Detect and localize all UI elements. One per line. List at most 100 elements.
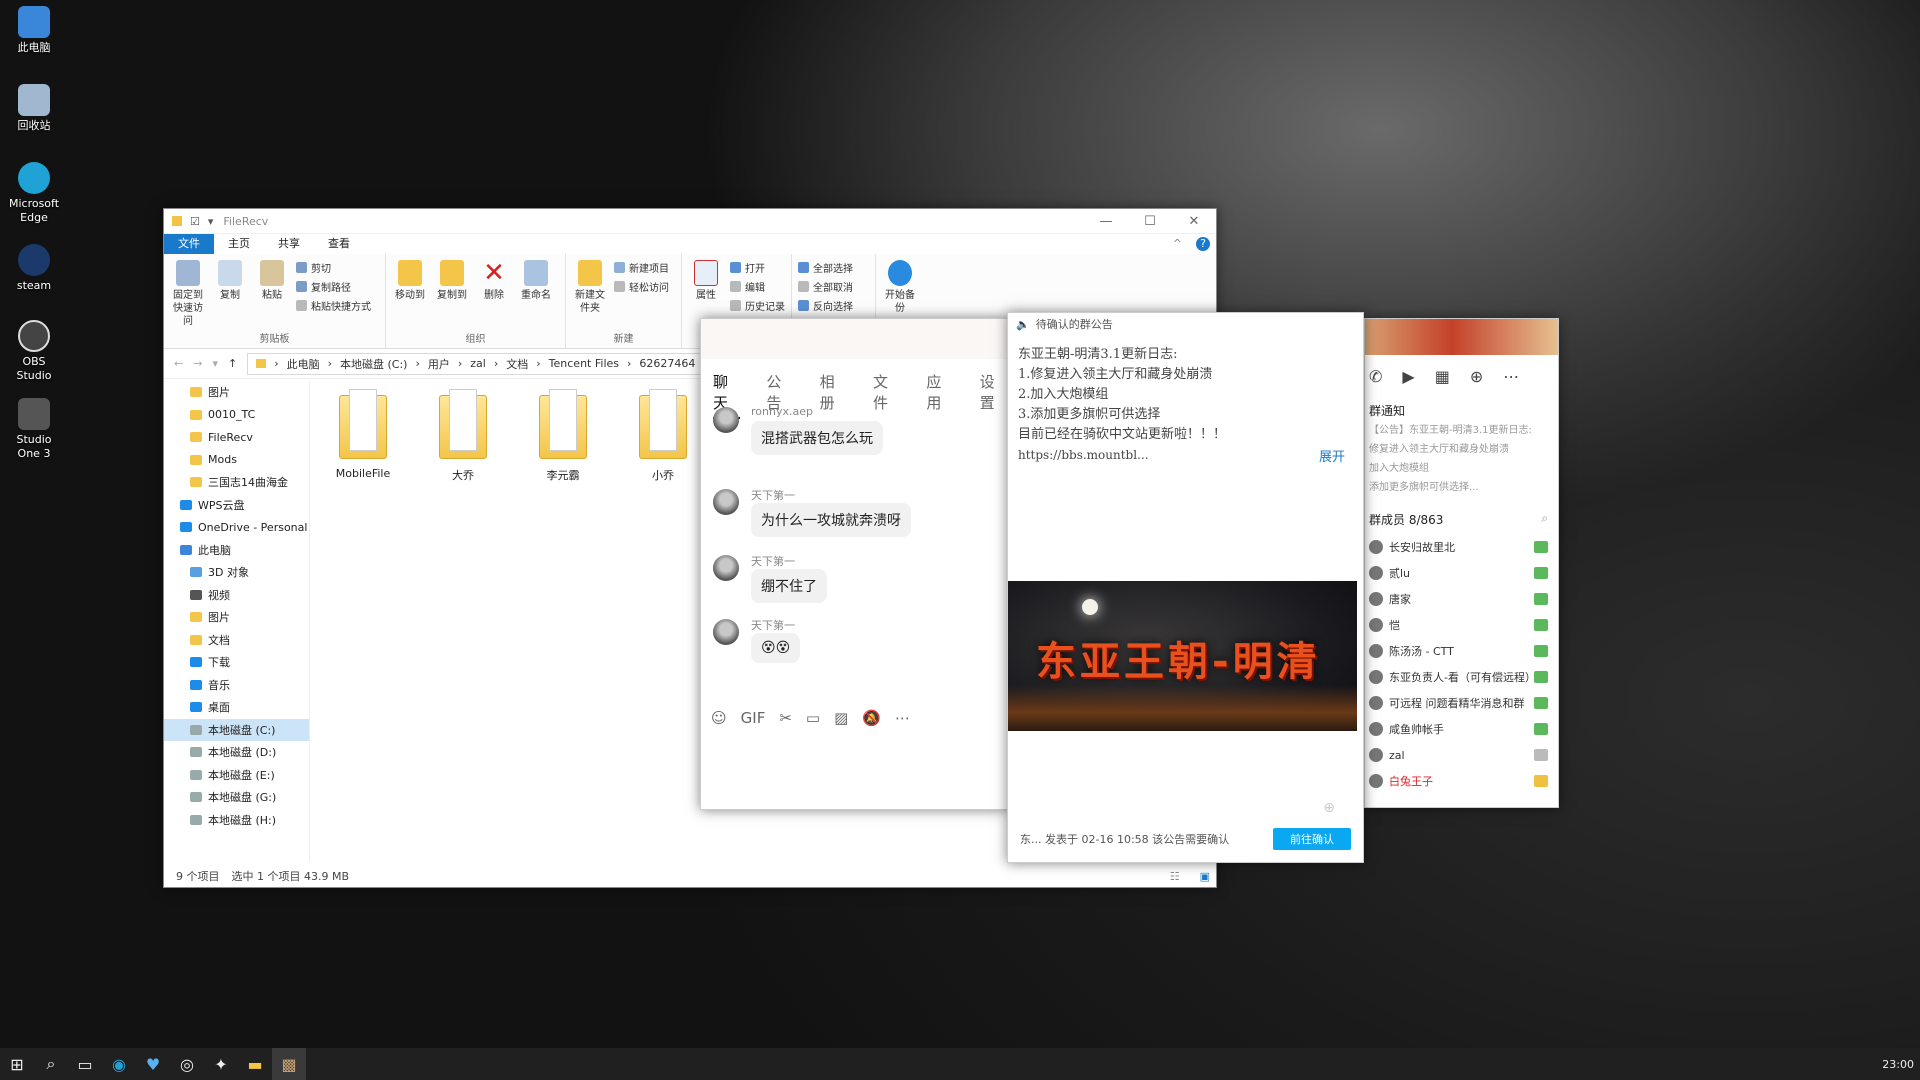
nav-item[interactable]: 本地磁盘 (D:)	[164, 741, 309, 764]
chat-tab[interactable]: 相册	[820, 371, 847, 419]
desktop-icon-steam[interactable]: steam	[6, 244, 62, 293]
select-none-button[interactable]: 全部取消	[798, 279, 853, 294]
avatar[interactable]	[713, 619, 739, 645]
nav-item[interactable]: 图片	[164, 606, 309, 629]
mute-icon[interactable]: 🔕	[862, 709, 881, 727]
start-windows-icon[interactable]: ⊞	[0, 1048, 34, 1080]
heart-app-icon[interactable]: ♥	[136, 1048, 170, 1080]
nav-item[interactable]: 本地磁盘 (E:)	[164, 764, 309, 787]
file-explorer-taskbar-icon[interactable]: ▬	[238, 1048, 272, 1080]
nav-item[interactable]: 本地磁盘 (C:)	[164, 718, 309, 741]
nav-item[interactable]: FileRecv	[164, 426, 309, 449]
ribbon-collapse-icon[interactable]: ^	[1159, 234, 1196, 254]
notice-link[interactable]: https://bbs.mountbl...	[1018, 448, 1149, 462]
sender-name[interactable]: 天下第一	[751, 553, 795, 569]
studio-one-taskbar-icon[interactable]: ✦	[204, 1048, 238, 1080]
breadcrumb-item[interactable]: 文档	[506, 356, 528, 372]
sender-name[interactable]: ronnyx.aep	[751, 405, 813, 418]
copy-path-button[interactable]: 复制路径	[296, 279, 371, 294]
cut-button[interactable]: 剪切	[296, 260, 371, 275]
expand-link[interactable]: 展开	[1319, 446, 1345, 465]
tab-file[interactable]: 文件	[164, 234, 214, 254]
breadcrumb-item[interactable]: zal	[470, 357, 486, 370]
phone-icon[interactable]: ✆	[1369, 367, 1382, 386]
member-row[interactable]: 陈汤汤 - CTT	[1369, 638, 1548, 664]
scissors-icon[interactable]: ✂	[779, 709, 792, 727]
gif-icon[interactable]: GIF	[741, 709, 766, 727]
edit-button[interactable]: 编辑	[730, 279, 785, 294]
avatar[interactable]	[713, 407, 739, 433]
nav-item[interactable]: 文档	[164, 629, 309, 652]
nav-item[interactable]: 此电脑	[164, 539, 309, 562]
avatar[interactable]	[713, 555, 739, 581]
more-icon[interactable]: ⋯	[895, 709, 910, 727]
chat-tab[interactable]: 应用	[926, 371, 953, 419]
recent-dropdown-icon[interactable]: ▾	[212, 357, 218, 370]
zoom-icon[interactable]: ⊕	[1323, 800, 1335, 816]
more-icon[interactable]: ⋯	[1503, 367, 1519, 386]
folder-item[interactable]: 大乔	[424, 389, 502, 483]
sender-name[interactable]: 天下第一	[751, 617, 795, 633]
quick-access-check-icon[interactable]: ☑	[190, 215, 200, 228]
desktop-icon-studio-one[interactable]: Studio One 3	[6, 398, 62, 461]
group-notice-preview[interactable]: 【公告】东亚王朝-明清3.1更新日志: 修复进入领主大厅和藏身处崩溃 加入大炮模组添…	[1369, 421, 1548, 497]
search-icon[interactable]: ⌕	[34, 1048, 68, 1080]
nav-item[interactable]: 3D 对象	[164, 561, 309, 584]
nav-item[interactable]: 桌面	[164, 696, 309, 719]
up-arrow-icon[interactable]: ↑	[228, 357, 237, 370]
breadcrumb-item[interactable]: 本地磁盘 (C:)	[340, 356, 407, 372]
nav-item[interactable]: Mods	[164, 449, 309, 472]
breadcrumb-item[interactable]: Tencent Files	[549, 357, 619, 370]
group-notice-title[interactable]: 群通知	[1369, 402, 1548, 419]
chat-tab[interactable]: 文件	[873, 371, 900, 419]
nav-item[interactable]: WPS云盘	[164, 494, 309, 517]
desktop-icon-this-pc[interactable]: 此电脑	[6, 6, 62, 55]
emoji-icon[interactable]: ☺	[711, 709, 727, 727]
nav-item[interactable]: 下载	[164, 651, 309, 674]
folder-item[interactable]: 李元霸	[524, 389, 602, 483]
go-confirm-button[interactable]: 前往确认	[1273, 828, 1351, 850]
member-row[interactable]: 恺	[1369, 612, 1548, 638]
member-row[interactable]: 白兔王子	[1369, 768, 1548, 794]
search-icon[interactable]: ⌕	[1541, 511, 1548, 528]
member-row[interactable]: 贰lu	[1369, 560, 1548, 586]
folder-item[interactable]: 小乔	[624, 389, 702, 483]
open-button[interactable]: 打开	[730, 260, 785, 275]
help-icon[interactable]: ?	[1196, 237, 1210, 251]
new-item-button[interactable]: 新建项目	[614, 260, 669, 275]
breadcrumb-item[interactable]: 62627464	[639, 357, 695, 370]
class-icon[interactable]: ▦	[1435, 367, 1450, 386]
member-row[interactable]: 唐家	[1369, 586, 1548, 612]
folder-item[interactable]: MobileFile	[324, 389, 402, 483]
dropdown-icon[interactable]: ▾	[208, 215, 214, 228]
nav-item[interactable]: 本地磁盘 (H:)	[164, 809, 309, 832]
member-row[interactable]: 咸鱼帅帐手	[1369, 716, 1548, 742]
tab-home[interactable]: 主页	[214, 234, 264, 254]
nav-item[interactable]: 本地磁盘 (G:)	[164, 786, 309, 809]
chat-tab[interactable]: 设置	[980, 371, 1007, 419]
desktop-icon-obs[interactable]: OBS Studio	[6, 320, 62, 383]
nav-item[interactable]: 视频	[164, 584, 309, 607]
folder-icon[interactable]: ▭	[806, 709, 820, 727]
explorer-titlebar[interactable]: ☑ ▾ FileRecv — ☐ ✕	[164, 209, 1216, 234]
nav-item[interactable]: 音乐	[164, 674, 309, 697]
task-view-icon[interactable]: ▭	[68, 1048, 102, 1080]
breadcrumb-item[interactable]: 用户	[428, 356, 450, 372]
video-call-icon[interactable]: ▶	[1402, 367, 1414, 386]
obs-taskbar-icon[interactable]: ◎	[170, 1048, 204, 1080]
member-row[interactable]: 可远程 问题看精华消息和群	[1369, 690, 1548, 716]
game-taskbar-icon[interactable]: ▩	[272, 1048, 306, 1080]
large-icons-view-icon[interactable]: ▣	[1200, 870, 1210, 883]
nav-item[interactable]: 图片	[164, 381, 309, 404]
edge-taskbar-icon[interactable]: ◉	[102, 1048, 136, 1080]
member-row[interactable]: 长安归故里北	[1369, 534, 1548, 560]
tab-share[interactable]: 共享	[264, 234, 314, 254]
nav-item[interactable]: 三国志14曲海金	[164, 471, 309, 494]
back-arrow-icon[interactable]: ←	[174, 357, 183, 370]
easy-access-button[interactable]: 轻松访问	[614, 279, 669, 294]
nav-item[interactable]: OneDrive - Personal	[164, 516, 309, 539]
forward-arrow-icon[interactable]: →	[193, 357, 202, 370]
select-all-button[interactable]: 全部选择	[798, 260, 853, 275]
close-button[interactable]: ✕	[1172, 214, 1216, 229]
sender-name[interactable]: 天下第一	[751, 487, 795, 503]
